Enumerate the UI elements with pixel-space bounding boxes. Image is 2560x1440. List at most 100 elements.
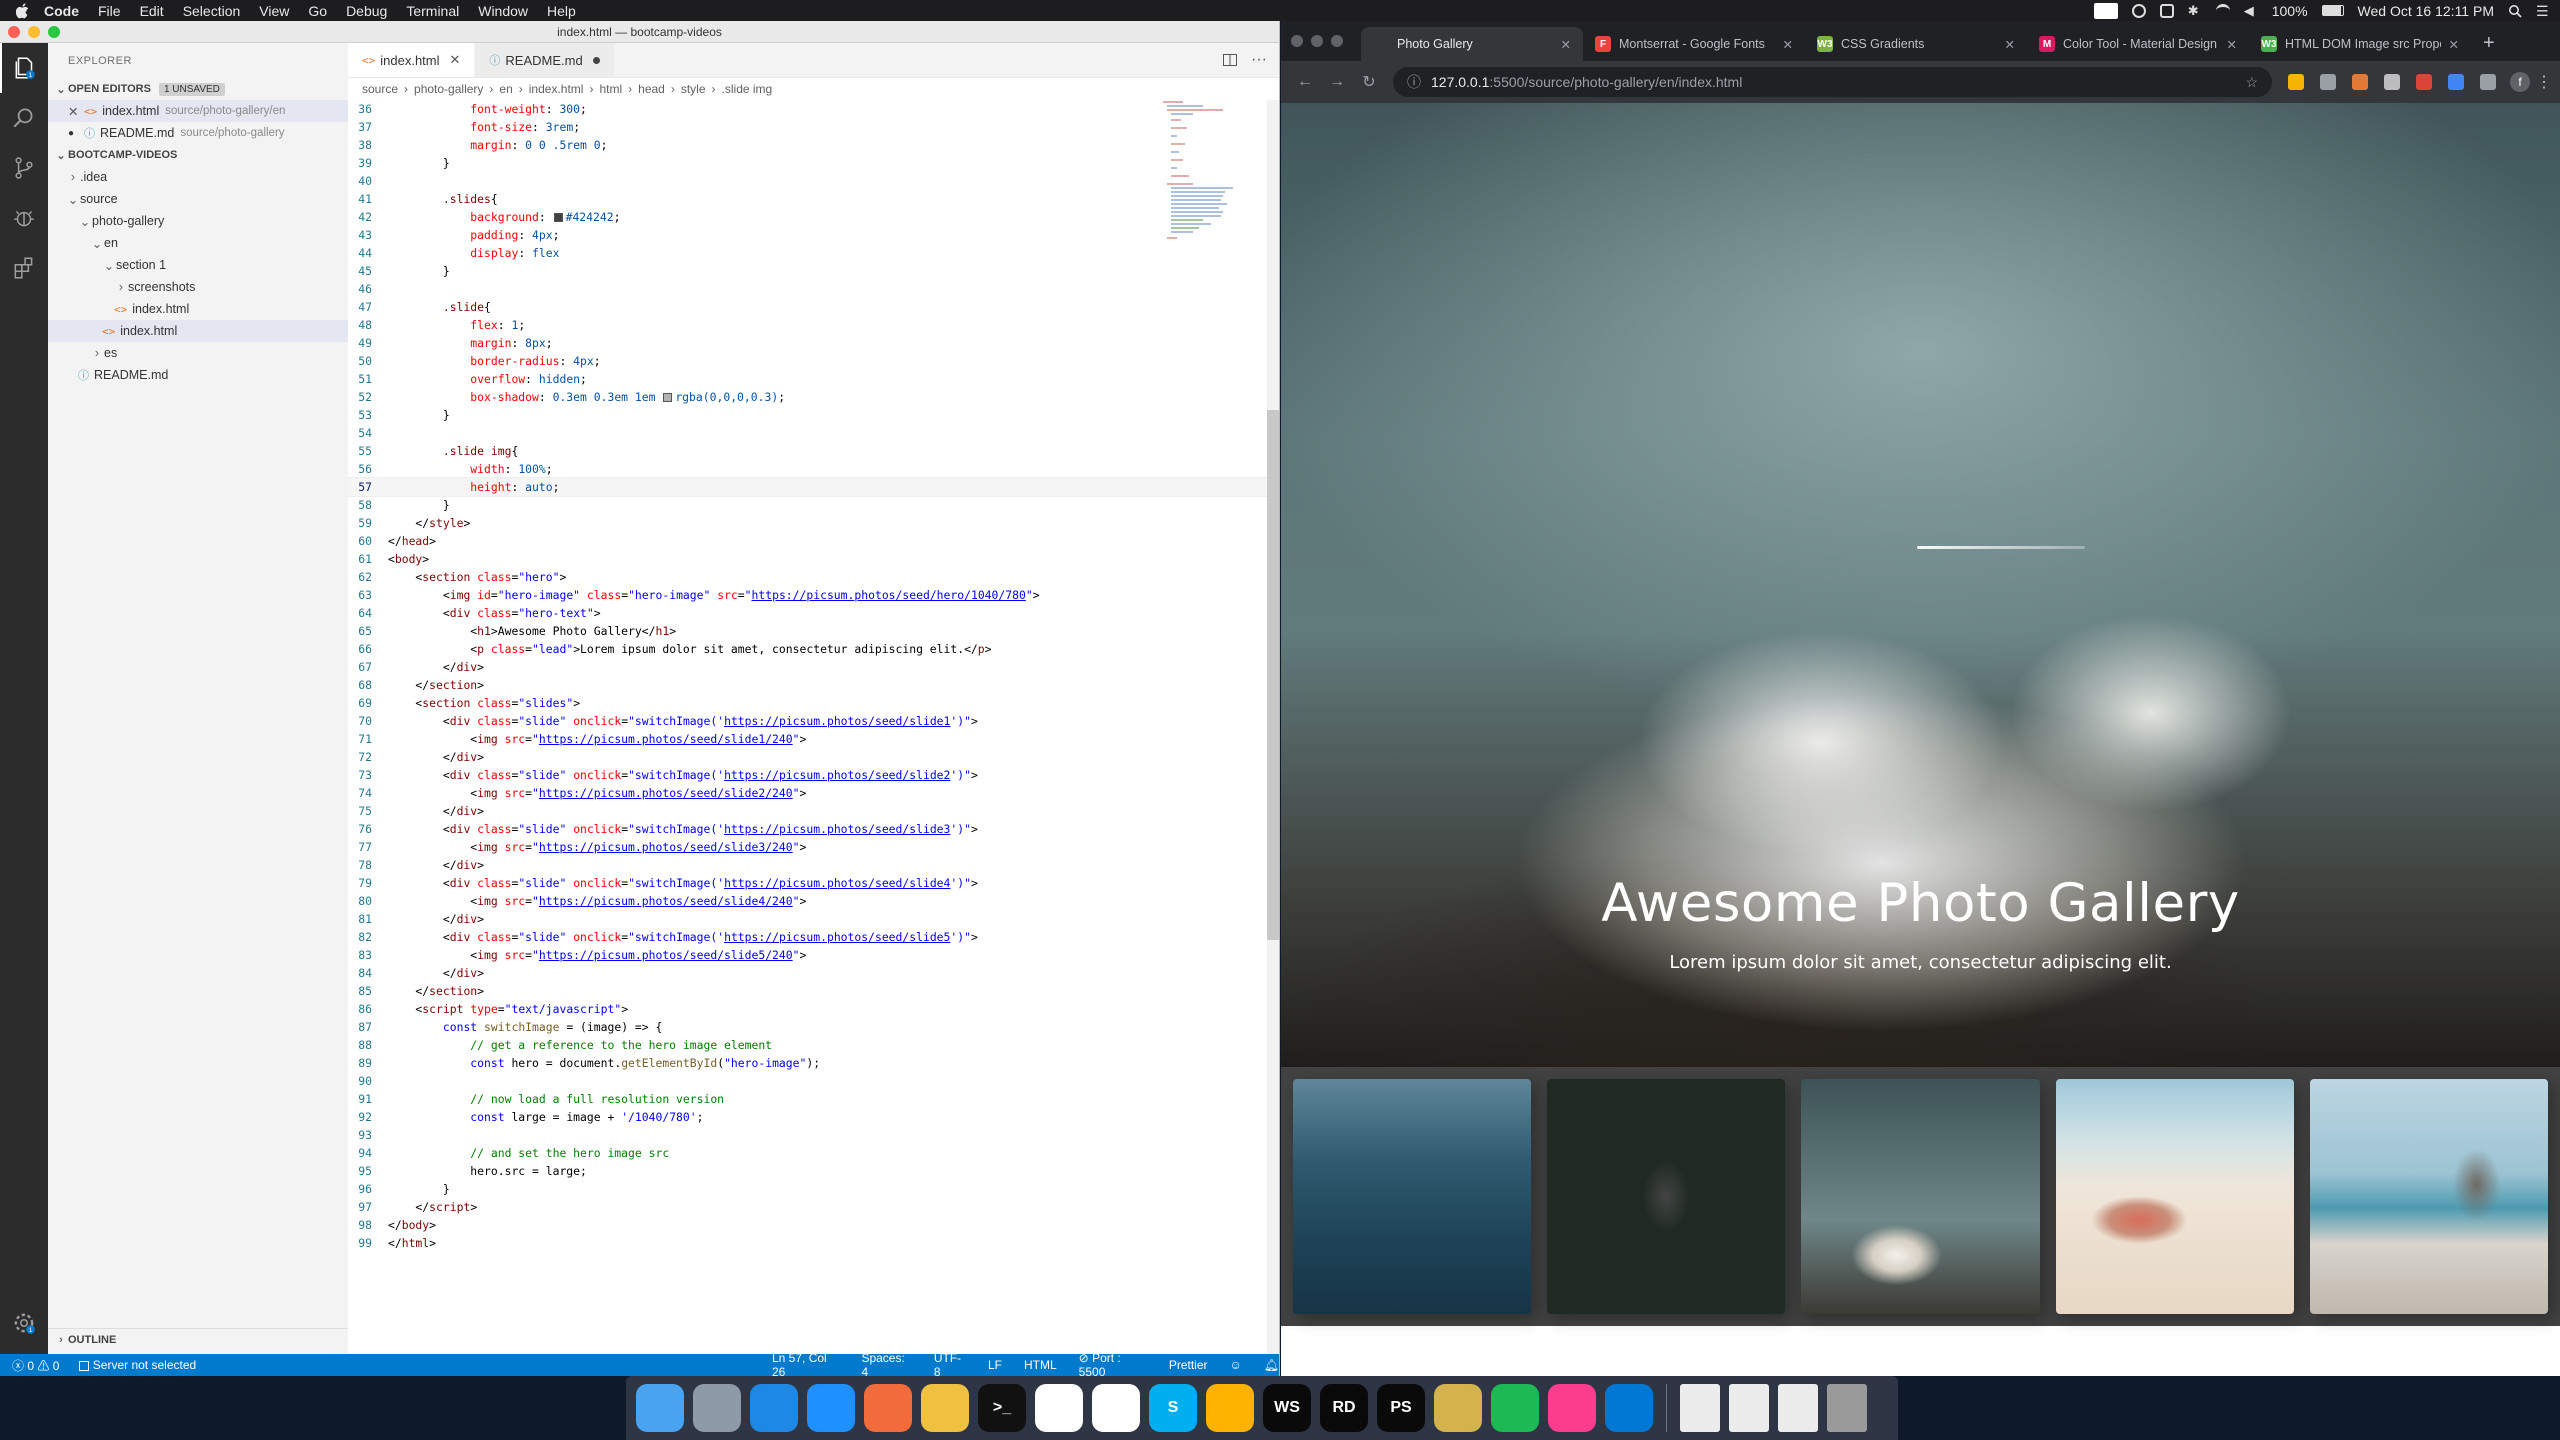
open-editor-item[interactable]: ● ⓘ README.md source/photo-gallery — [48, 122, 348, 144]
vpn-icon[interactable] — [2159, 3, 2174, 18]
back-arrow-icon[interactable]: ← — [1289, 73, 1321, 91]
tab-readme[interactable]: ⓘ README.md — [475, 43, 615, 77]
tab-index-html[interactable]: <> index.html ✕ — [348, 43, 476, 77]
browser-tab[interactable]: Photo Gallery ✕ — [1361, 27, 1583, 61]
dock-itunes-icon[interactable] — [1548, 1384, 1596, 1432]
menu-app-name[interactable]: Code — [44, 3, 79, 19]
close-tab-icon[interactable]: ✕ — [1783, 37, 1793, 52]
close-window-button[interactable] — [1291, 35, 1303, 47]
project-header[interactable]: ⌄ BOOTCAMP-VIDEOS — [48, 144, 348, 166]
browser-tab[interactable]: W3 HTML DOM Image src Property ✕ — [2249, 27, 2471, 61]
tree-item[interactable]: ⌄ section 1 — [48, 254, 348, 276]
cursor-position[interactable]: Ln 57, Col 26 — [772, 1351, 839, 1376]
dock-launchpad-icon[interactable] — [693, 1384, 741, 1432]
eol-status[interactable]: LF — [988, 1358, 1002, 1372]
apple-icon[interactable] — [16, 2, 30, 19]
breadcrumb-segment[interactable]: source — [362, 82, 398, 96]
screen-mirror-icon[interactable] — [2093, 2, 2118, 19]
debug-activity[interactable] — [0, 193, 48, 243]
slide-pelican[interactable] — [2309, 1079, 2549, 1314]
dock-vscode-icon[interactable] — [1605, 1384, 1653, 1432]
notifications-bell-icon[interactable]: 🔔︎ — [1264, 1358, 1279, 1372]
dock-doc-2-icon[interactable] — [1729, 1384, 1769, 1432]
menu-go[interactable]: Go — [308, 3, 327, 19]
extension-icon[interactable] — [2384, 74, 2400, 90]
dock-phpstorm-icon[interactable]: PS — [1377, 1384, 1425, 1432]
menubar-clock[interactable]: Wed Oct 16 12:11 PM — [2358, 3, 2494, 19]
tree-item[interactable]: ⌄ photo-gallery — [48, 210, 348, 232]
breadcrumb-segment[interactable]: index.html — [529, 82, 584, 96]
dock-doc-3-icon[interactable] — [1778, 1384, 1818, 1432]
dock-slack-icon[interactable] — [1035, 1384, 1083, 1432]
wifi-icon[interactable] — [2215, 3, 2230, 18]
open-editors-header[interactable]: ⌄ OPEN EDITORS 1 UNSAVED — [48, 78, 348, 100]
feedback-smiley-icon[interactable]: ☺ — [1230, 1358, 1242, 1372]
info-icon[interactable]: ⓘ — [1407, 72, 1421, 92]
close-tab-icon[interactable]: ✕ — [1561, 37, 1571, 52]
tree-item[interactable]: ⌄ en — [48, 232, 348, 254]
extension-icon[interactable] — [2288, 74, 2304, 90]
tree-item[interactable]: › .idea — [48, 166, 348, 188]
breadcrumb-segment[interactable]: style — [681, 82, 706, 96]
dock-spotify-icon[interactable] — [1491, 1384, 1539, 1432]
dock-doc-1-icon[interactable] — [1680, 1384, 1720, 1432]
dock-postman-icon[interactable] — [864, 1384, 912, 1432]
zoom-window-button[interactable] — [48, 26, 60, 38]
tree-item[interactable]: ⓘ README.md — [48, 364, 348, 386]
reload-icon[interactable]: ↻ — [1353, 72, 1385, 92]
dock-finder-icon[interactable] — [636, 1384, 684, 1432]
prettier-status[interactable]: Prettier — [1169, 1358, 1208, 1372]
extension-icon[interactable] — [2448, 74, 2464, 90]
dock-trash-icon[interactable] — [1827, 1384, 1867, 1432]
dock-chrome-icon[interactable] — [1092, 1384, 1140, 1432]
tree-item[interactable]: <> index.html — [48, 320, 348, 342]
live-server-port[interactable]: ⊘ Port : 5500 — [1079, 1351, 1147, 1376]
breadcrumb-segment[interactable]: en — [499, 82, 512, 96]
menu-window[interactable]: Window — [478, 3, 528, 19]
chrome-menu-icon[interactable]: ⋮ — [2536, 72, 2552, 92]
bluetooth-icon[interactable]: ✱ — [2188, 3, 2202, 18]
close-icon[interactable]: ✕ — [68, 104, 84, 119]
source-control-activity[interactable] — [0, 143, 48, 193]
zoom-window-button[interactable] — [1331, 35, 1343, 47]
dock-safari-icon[interactable] — [750, 1384, 798, 1432]
tree-item[interactable]: <> index.html — [48, 298, 348, 320]
profile-avatar[interactable]: f — [2510, 72, 2530, 92]
address-bar[interactable]: ⓘ 127.0.0.1:5500/source/photo-gallery/en… — [1393, 67, 2272, 97]
notification-center-icon[interactable]: ☰ — [2536, 4, 2550, 18]
menu-view[interactable]: View — [259, 3, 289, 19]
menu-debug[interactable]: Debug — [346, 3, 387, 19]
volume-icon[interactable]: ◀ — [2244, 3, 2258, 18]
dock-db-icon[interactable] — [1434, 1384, 1482, 1432]
unsaved-dot-icon[interactable] — [592, 56, 600, 64]
dock-skype-icon[interactable]: S — [1149, 1384, 1197, 1432]
close-tab-icon[interactable]: ✕ — [2005, 37, 2015, 52]
menu-selection[interactable]: Selection — [183, 3, 241, 19]
settings-activity[interactable]: 1 — [0, 1298, 48, 1348]
extension-icon[interactable] — [2352, 74, 2368, 90]
extensions-activity[interactable] — [0, 243, 48, 293]
menu-terminal[interactable]: Terminal — [406, 3, 459, 19]
more-actions-icon[interactable]: ··· — [1251, 51, 1267, 69]
dock-terminal-icon[interactable]: >_ — [978, 1384, 1026, 1432]
minimize-window-button[interactable] — [28, 26, 40, 38]
spotlight-icon[interactable] — [2508, 4, 2522, 18]
breadcrumb-segment[interactable]: photo-gallery — [414, 82, 483, 96]
close-tab-icon[interactable]: ✕ — [2227, 37, 2237, 52]
menu-help[interactable]: Help — [547, 3, 576, 19]
encoding-status[interactable]: UTF-8 — [934, 1351, 966, 1376]
browser-tab[interactable]: M Color Tool - Material Design ✕ — [2027, 27, 2249, 61]
editor-scrollbar[interactable] — [1267, 100, 1279, 1354]
tree-item[interactable]: ⌄ source — [48, 188, 348, 210]
menu-file[interactable]: File — [98, 3, 121, 19]
breadcrumb-segment[interactable]: html — [599, 82, 622, 96]
minimap[interactable] — [1163, 100, 1267, 300]
network-icon[interactable] — [2131, 3, 2146, 18]
menu-edit[interactable]: Edit — [140, 3, 164, 19]
dock-webstorm-icon[interactable]: WS — [1263, 1384, 1311, 1432]
search-activity[interactable] — [0, 93, 48, 143]
split-editor-icon[interactable] — [1223, 54, 1238, 66]
slide-forest[interactable] — [1547, 1079, 1786, 1314]
tree-item[interactable]: › es — [48, 342, 348, 364]
dock-sketch-icon[interactable] — [1206, 1384, 1254, 1432]
